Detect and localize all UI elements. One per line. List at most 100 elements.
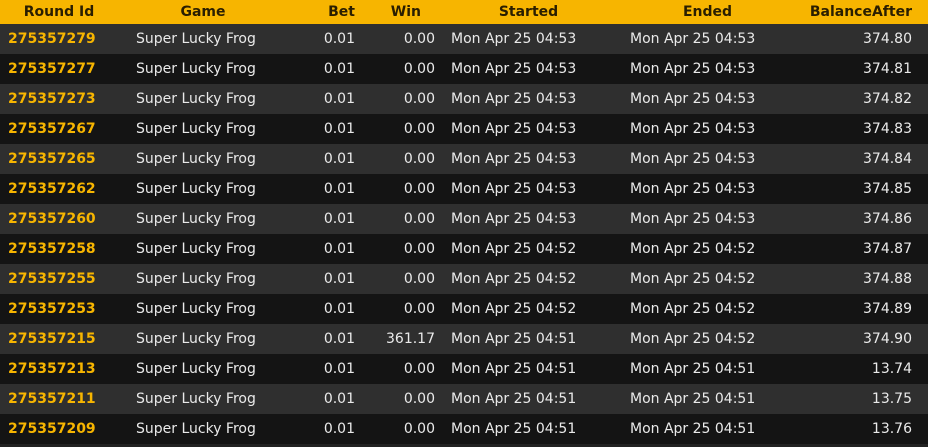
win-cell: 0.00 [355,24,439,54]
table-row: 275357265 Super Lucky Frog 0.01 0.00 Mon… [0,144,928,174]
balance-after-cell: 374.89 [797,294,928,324]
table-row: 275357279 Super Lucky Frog 0.01 0.00 Mon… [0,24,928,54]
started-cell: Mon Apr 25 04:51 [439,384,618,414]
balance-after-cell: 374.86 [797,204,928,234]
game-name-cell: Super Lucky Frog [118,204,288,234]
started-cell: Mon Apr 25 04:52 [439,234,618,264]
win-cell: 0.00 [355,234,439,264]
table-row: 275357211 Super Lucky Frog 0.01 0.00 Mon… [0,384,928,414]
ended-cell: Mon Apr 25 04:52 [618,264,797,294]
balance-after-cell: 374.90 [797,324,928,354]
header-started[interactable]: Started [439,0,618,24]
round-id-link[interactable]: 275357213 [0,354,118,384]
ended-cell: Mon Apr 25 04:51 [618,414,797,444]
header-balance-after[interactable]: BalanceAfter [797,0,928,24]
ended-cell: Mon Apr 25 04:51 [618,354,797,384]
table-row: 275357277 Super Lucky Frog 0.01 0.00 Mon… [0,54,928,84]
started-cell: Mon Apr 25 04:52 [439,294,618,324]
bet-cell: 0.01 [288,324,355,354]
ended-cell: Mon Apr 25 04:52 [618,324,797,354]
balance-after-cell: 374.85 [797,174,928,204]
round-id-link[interactable]: 275357262 [0,174,118,204]
bet-cell: 0.01 [288,54,355,84]
header-ended[interactable]: Ended [618,0,797,24]
bet-cell: 0.01 [288,24,355,54]
game-history-table: Round Id Game Bet Win Started Ended Bala… [0,0,928,444]
table-row: 275357209 Super Lucky Frog 0.01 0.00 Mon… [0,414,928,444]
balance-after-cell: 374.82 [797,84,928,114]
round-id-link[interactable]: 275357267 [0,114,118,144]
round-id-link[interactable]: 275357215 [0,324,118,354]
balance-after-cell: 13.75 [797,384,928,414]
started-cell: Mon Apr 25 04:53 [439,114,618,144]
started-cell: Mon Apr 25 04:51 [439,414,618,444]
win-cell: 0.00 [355,414,439,444]
round-id-link[interactable]: 275357209 [0,414,118,444]
bet-cell: 0.01 [288,234,355,264]
table-row: 275357253 Super Lucky Frog 0.01 0.00 Mon… [0,294,928,324]
win-cell: 0.00 [355,144,439,174]
game-name-cell: Super Lucky Frog [118,24,288,54]
table-row: 275357255 Super Lucky Frog 0.01 0.00 Mon… [0,264,928,294]
table-row: 275357273 Super Lucky Frog 0.01 0.00 Mon… [0,84,928,114]
win-cell: 0.00 [355,114,439,144]
header-win[interactable]: Win [355,0,439,24]
balance-after-cell: 13.76 [797,414,928,444]
game-name-cell: Super Lucky Frog [118,174,288,204]
bet-cell: 0.01 [288,294,355,324]
header-bet[interactable]: Bet [288,0,355,24]
started-cell: Mon Apr 25 04:51 [439,324,618,354]
started-cell: Mon Apr 25 04:53 [439,84,618,114]
balance-after-cell: 13.74 [797,354,928,384]
game-name-cell: Super Lucky Frog [118,354,288,384]
started-cell: Mon Apr 25 04:53 [439,144,618,174]
ended-cell: Mon Apr 25 04:53 [618,84,797,114]
table-row: 275357215 Super Lucky Frog 0.01 361.17 M… [0,324,928,354]
bet-cell: 0.01 [288,84,355,114]
game-name-cell: Super Lucky Frog [118,384,288,414]
header-row: Round Id Game Bet Win Started Ended Bala… [0,0,928,24]
bet-cell: 0.01 [288,174,355,204]
table-body: 275357279 Super Lucky Frog 0.01 0.00 Mon… [0,24,928,444]
table-row: 275357260 Super Lucky Frog 0.01 0.00 Mon… [0,204,928,234]
round-id-link[interactable]: 275357279 [0,24,118,54]
win-cell: 0.00 [355,384,439,414]
win-cell: 0.00 [355,84,439,114]
ended-cell: Mon Apr 25 04:53 [618,174,797,204]
header-game[interactable]: Game [118,0,288,24]
game-name-cell: Super Lucky Frog [118,414,288,444]
round-id-link[interactable]: 275357277 [0,54,118,84]
started-cell: Mon Apr 25 04:53 [439,54,618,84]
bet-cell: 0.01 [288,204,355,234]
game-name-cell: Super Lucky Frog [118,114,288,144]
table-header: Round Id Game Bet Win Started Ended Bala… [0,0,928,24]
started-cell: Mon Apr 25 04:51 [439,354,618,384]
round-id-link[interactable]: 275357273 [0,84,118,114]
bet-cell: 0.01 [288,144,355,174]
ended-cell: Mon Apr 25 04:53 [618,204,797,234]
round-id-link[interactable]: 275357211 [0,384,118,414]
table-row: 275357267 Super Lucky Frog 0.01 0.00 Mon… [0,114,928,144]
table-row: 275357262 Super Lucky Frog 0.01 0.00 Mon… [0,174,928,204]
bet-cell: 0.01 [288,384,355,414]
balance-after-cell: 374.81 [797,54,928,84]
balance-after-cell: 374.88 [797,264,928,294]
win-cell: 0.00 [355,204,439,234]
bet-cell: 0.01 [288,264,355,294]
win-cell: 361.17 [355,324,439,354]
bet-cell: 0.01 [288,354,355,384]
round-id-link[interactable]: 275357255 [0,264,118,294]
round-id-link[interactable]: 275357258 [0,234,118,264]
balance-after-cell: 374.80 [797,24,928,54]
win-cell: 0.00 [355,174,439,204]
round-id-link[interactable]: 275357253 [0,294,118,324]
game-name-cell: Super Lucky Frog [118,294,288,324]
balance-after-cell: 374.83 [797,114,928,144]
round-id-link[interactable]: 275357260 [0,204,118,234]
round-id-link[interactable]: 275357265 [0,144,118,174]
game-name-cell: Super Lucky Frog [118,84,288,114]
bet-cell: 0.01 [288,414,355,444]
ended-cell: Mon Apr 25 04:53 [618,24,797,54]
started-cell: Mon Apr 25 04:53 [439,204,618,234]
header-round-id[interactable]: Round Id [0,0,118,24]
